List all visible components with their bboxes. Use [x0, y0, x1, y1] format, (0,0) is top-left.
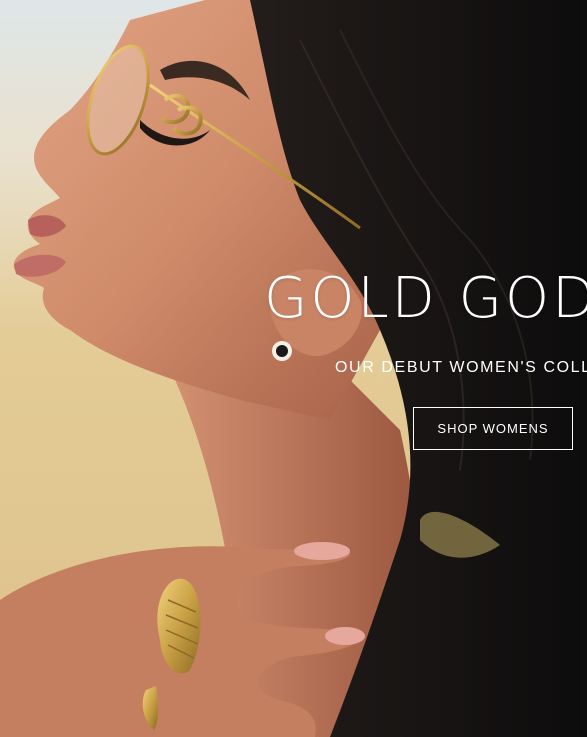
hero-banner: GOLD GOD OUR DEBUT WOMEN'S COLLE SHOP WO… [0, 0, 587, 737]
hero-subheadline: OUR DEBUT WOMEN'S COLLE [335, 359, 587, 376]
shop-womens-button[interactable]: SHOP WOMENS [413, 407, 573, 450]
hero-headline: GOLD GOD [264, 266, 587, 331]
